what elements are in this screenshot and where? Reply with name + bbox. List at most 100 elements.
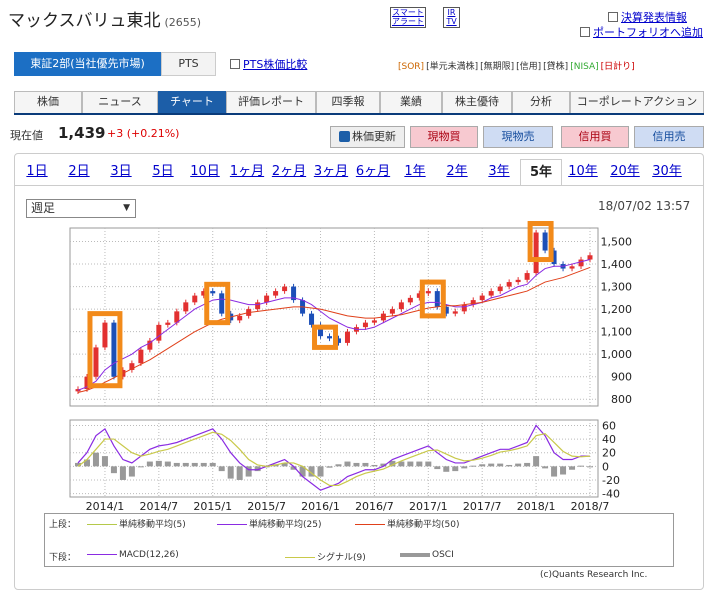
legend-osci-swatch	[400, 552, 430, 557]
candle-body	[578, 259, 584, 267]
osci-bar	[362, 462, 369, 467]
lower-ytick-label: 40	[602, 433, 616, 446]
upper-ytick-label: 1,100	[601, 326, 633, 339]
osci-bar	[227, 466, 234, 479]
highlight-box	[312, 324, 339, 350]
candle-body	[138, 349, 144, 364]
candle-body	[587, 255, 593, 260]
osci-bar	[173, 462, 180, 467]
upper-ytick-label: 1,200	[601, 303, 633, 316]
legend-sma50: 単純移動平均(50)	[355, 517, 459, 530]
legend-sma5-swatch	[87, 524, 117, 525]
osci-bar	[434, 466, 441, 470]
candle-body	[309, 313, 315, 325]
upper-ytick-label: 900	[611, 371, 632, 384]
candle-body	[255, 302, 261, 310]
candle-body	[515, 279, 521, 283]
candle-body	[264, 295, 270, 303]
osci-bar	[488, 463, 495, 467]
xtick-label: 2015/1	[193, 500, 232, 513]
osci-bar	[479, 464, 486, 467]
lower-ytick-label: -20	[602, 474, 620, 487]
candle-body	[273, 291, 279, 296]
signal-line	[77, 431, 591, 487]
lower-ytick-label: 60	[602, 419, 616, 432]
candle-body	[389, 309, 395, 314]
osci-bar	[326, 466, 333, 468]
osci-bar	[551, 466, 558, 477]
legend-sma25-label: 単純移動平均(25)	[249, 520, 322, 530]
legend-signal: シグナル(9)	[285, 550, 366, 563]
candle-body	[102, 322, 108, 348]
osci-bar	[101, 456, 108, 467]
candle-body	[156, 324, 162, 341]
osci-bar	[353, 462, 360, 467]
highlight-box	[419, 279, 446, 319]
chart-credit: (c)Quants Research Inc.	[540, 570, 648, 580]
osci-bar	[137, 466, 144, 468]
xtick-label: 2015/7	[247, 500, 286, 513]
xtick-label: 2018/1	[517, 500, 556, 513]
price-chart: 800 900 1,000 1,100 1,200 1,300 1,400 1,500 -40…	[69, 220, 633, 513]
osci-bar	[218, 466, 225, 472]
osci-bar	[425, 461, 432, 467]
macd-line	[77, 424, 590, 491]
upper-ytick-label: 1,400	[601, 258, 633, 271]
osci-bar	[515, 463, 522, 467]
legend-macd: MACD(12,26)	[87, 550, 179, 560]
legend-sma25-swatch	[217, 524, 247, 525]
candle-body	[542, 232, 548, 251]
candle-body	[93, 347, 99, 377]
osci-bar	[461, 466, 468, 469]
osci-bar	[209, 462, 216, 467]
candle-body	[407, 297, 413, 303]
candle-body	[327, 336, 333, 339]
candle-body	[497, 286, 503, 292]
upper-ytick-label: 1,000	[601, 348, 633, 361]
osci-bar	[524, 462, 531, 467]
osci-bar	[182, 462, 189, 467]
osci-bar	[155, 460, 162, 467]
candle-body	[371, 320, 377, 323]
legend-sma25: 単純移動平均(25)	[217, 517, 321, 530]
legend-osci: OSCI	[400, 550, 454, 560]
osci-bar	[407, 461, 414, 467]
candle-body	[488, 291, 494, 296]
candle-body	[219, 293, 225, 314]
lower-ytick-label: 20	[602, 447, 616, 460]
osci-bar	[470, 465, 477, 467]
candle-body	[165, 322, 171, 325]
legend-macd-label: MACD(12,26)	[119, 550, 179, 560]
osci-bar	[533, 456, 540, 467]
candle-body	[237, 315, 243, 321]
osci-bar	[128, 466, 135, 477]
xtick-label: 2018/7	[571, 500, 610, 513]
candle-body	[479, 295, 485, 301]
osci-bar	[587, 466, 593, 468]
upper-plot-frame	[69, 227, 599, 407]
osci-bar	[119, 466, 126, 480]
osci-bar	[110, 466, 117, 474]
osci-bar	[578, 465, 585, 467]
osci-bar	[560, 466, 567, 475]
candle-body	[344, 331, 350, 343]
upper-ytick-label: 800	[611, 393, 632, 406]
xtick-label: 2017/7	[463, 500, 502, 513]
osci-bar	[506, 464, 513, 467]
candle-body	[192, 295, 198, 303]
legend-sma50-label: 単純移動平均(50)	[387, 520, 460, 530]
osci-bar	[317, 466, 324, 477]
xtick-label: 2014/7	[139, 500, 178, 513]
candle-body	[425, 291, 431, 294]
legend-lower-label: 下段：	[49, 553, 77, 563]
legend-signal-swatch	[285, 557, 315, 558]
osci-bar	[146, 461, 153, 467]
osci-bar	[416, 461, 423, 467]
xtick-label: 2014/1	[86, 500, 125, 513]
candle-body	[282, 286, 288, 292]
osci-bar	[452, 466, 459, 472]
highlight-box	[204, 281, 231, 326]
osci-bar	[497, 463, 504, 467]
lower-ytick-label: 0	[602, 460, 609, 473]
upper-ytick-label: 1,500	[601, 236, 633, 249]
